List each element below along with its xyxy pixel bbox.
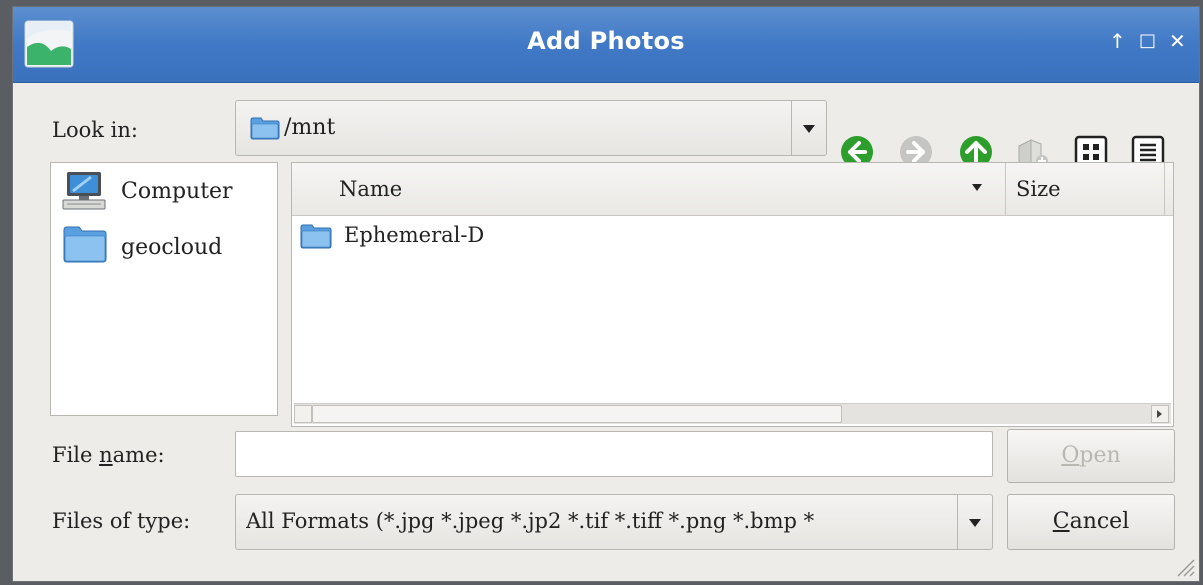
file-list-header: Name Size [292, 163, 1173, 216]
sidebar-item-label: Computer [121, 179, 233, 204]
scroll-right-button[interactable] [1151, 405, 1169, 423]
column-name-label: Name [339, 177, 403, 201]
resize-grip-icon[interactable] [1173, 555, 1195, 577]
chevron-down-icon [969, 519, 981, 527]
close-button[interactable]: ✕ [1169, 31, 1186, 51]
file-name-label-pre: File [52, 443, 100, 467]
folder-icon [250, 116, 280, 140]
look-in-label: Look in: [52, 118, 138, 142]
files-of-type-label: Files of type: [52, 509, 191, 533]
cancel-button-rest: ancel [1069, 509, 1130, 534]
list-item[interactable]: Ephemeral-D [294, 217, 994, 257]
places-sidebar: Computer geocloud [50, 162, 278, 416]
column-size-label: Size [1016, 177, 1061, 201]
window-title: Add Photos [527, 27, 685, 55]
look-in-dropdown-button[interactable] [791, 101, 826, 155]
look-in-path: /mnt [284, 115, 336, 140]
keep-above-button[interactable]: ↑ [1109, 31, 1126, 51]
scrollbar-thumb[interactable] [312, 405, 842, 423]
sort-descending-icon [972, 184, 982, 191]
cancel-button-mnemonic: C [1052, 509, 1070, 534]
sidebar-item-computer[interactable]: Computer [57, 169, 267, 213]
add-photos-dialog: Add Photos ↑ □ ✕ Look in: /mnt Computer … [12, 6, 1200, 582]
files-of-type-dropdown-button[interactable] [957, 495, 992, 549]
file-name-text: Ephemeral-D [344, 223, 485, 247]
files-of-type-combo[interactable]: All Formats (*.jpg *.jpeg *.jp2 *.tif *.… [235, 494, 993, 550]
look-in-combo[interactable]: /mnt [235, 100, 827, 156]
arrow-right-icon [1157, 410, 1162, 418]
maximize-button[interactable]: □ [1139, 31, 1156, 51]
file-name-label: File name: [52, 443, 165, 467]
horizontal-scrollbar[interactable] [294, 403, 1171, 424]
column-header-name[interactable]: Name [292, 163, 1006, 215]
title-bar[interactable]: Add Photos ↑ □ ✕ [13, 7, 1199, 83]
scroll-left-button[interactable] [294, 405, 312, 423]
open-button-mnemonic: O [1061, 443, 1080, 468]
file-name-label-post: ame: [112, 443, 165, 467]
folder-icon [300, 223, 332, 249]
cancel-button[interactable]: Cancel [1007, 494, 1175, 550]
sidebar-item-geocloud[interactable]: geocloud [57, 221, 267, 265]
files-of-type-value: All Formats (*.jpg *.jpeg *.jp2 *.tif *.… [246, 509, 815, 533]
file-name-input[interactable] [235, 431, 993, 477]
sidebar-item-label: geocloud [121, 235, 223, 260]
file-list: Name Size Ephemeral-D [291, 162, 1174, 427]
column-header-size[interactable]: Size [1006, 163, 1165, 215]
open-button-rest: pen [1079, 443, 1121, 468]
open-button[interactable]: Open [1007, 429, 1175, 483]
chevron-down-icon [803, 125, 815, 133]
file-name-label-mnemonic: n [99, 443, 113, 467]
folder-icon [63, 225, 107, 263]
computer-icon [61, 171, 107, 211]
